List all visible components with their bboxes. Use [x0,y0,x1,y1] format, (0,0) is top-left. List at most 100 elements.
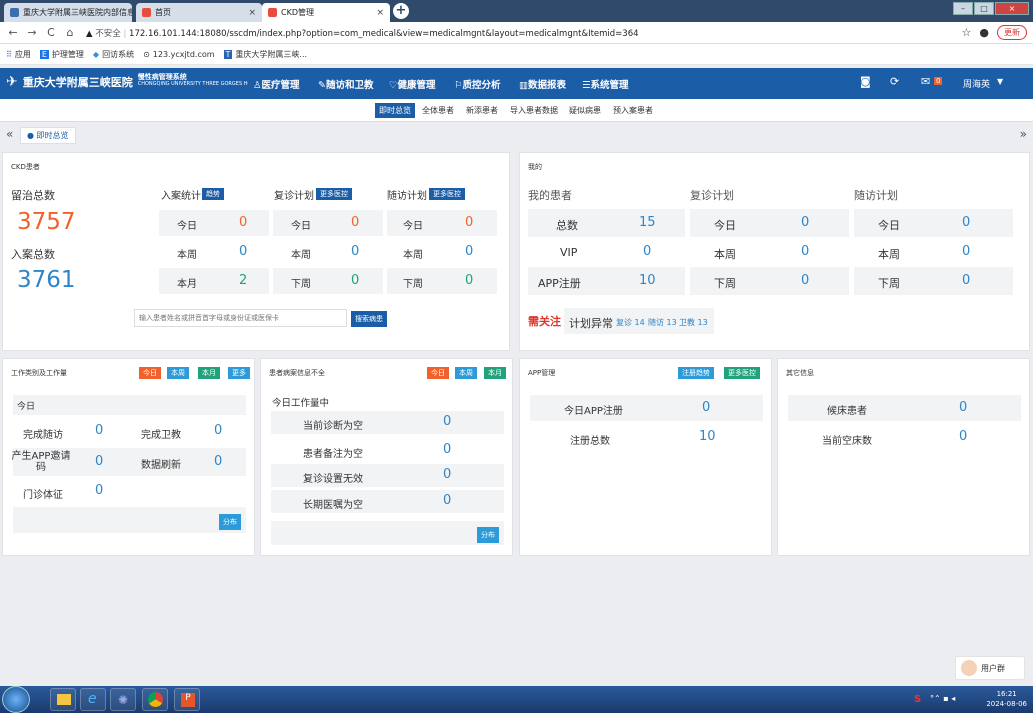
list-icon: ☰ [582,80,591,91]
my-followup-nextweek: 下周 0 [854,267,1013,295]
my-revisit-week: 本周 0 [714,244,810,261]
presentation-icon[interactable]: P [174,688,200,711]
star-icon[interactable]: ☆ [962,26,972,39]
abnormal-followup-link[interactable]: 随访 13 [648,317,677,328]
bookmark-ycxjtd[interactable]: ⊙ 123.ycxjtd.com [143,50,214,59]
subnav-import[interactable]: 导入患者数据 [510,105,558,116]
double-chevron-left-icon[interactable]: « [6,127,13,141]
retained-value: 3757 [17,209,76,235]
mail-count-badge: 0 [934,77,943,85]
followup-row-nextweek: 下周 0 [387,268,497,294]
user-group-widget[interactable]: 用户群 [955,656,1025,680]
back-arrow-icon[interactable]: ← [7,26,19,39]
patient-search-input[interactable] [134,309,347,327]
work-week-button[interactable]: 本周 [167,367,189,379]
my-followup-title: 随访计划 [854,189,898,202]
home-icon[interactable]: ⌂ [64,26,76,39]
user-menu[interactable]: 周海英 [963,77,990,90]
menu-system[interactable]: ☰系统管理 [582,77,629,91]
abnormal-education-link[interactable]: 卫教 13 [679,317,708,328]
tray-icons[interactable]: °⌃ ▪ ◂ [930,694,955,703]
subnav-new-patients[interactable]: 新添患者 [466,105,498,116]
subnav-overview[interactable]: 即时总览 [375,103,415,118]
taskbar: e ✺ P S °⌃ ▪ ◂ 16:21 2024-08-06 [0,686,1033,713]
double-chevron-right-icon[interactable]: » [1020,127,1027,141]
chrome-icon[interactable] [142,688,168,711]
sub-navigation: 即时总览 全体患者 新添患者 导入患者数据 疑似病患 预入案患者 [0,99,1033,122]
menu-medical[interactable]: ♙医疗管理 [253,77,300,91]
system-clock[interactable]: 16:21 2024-08-06 [986,689,1027,709]
incomplete-month-button[interactable]: 本月 [484,367,506,379]
hospital-logo[interactable]: ✈ 重庆大学附属三峡医院 慢性病管理系统 CHONGQING UNIVERSIT… [6,74,248,91]
my-row-app: APP注册 10 [528,267,685,295]
flag-icon: ⚐ [454,80,463,91]
bookmark-hospital[interactable]: T 重庆大学附属三峡... [223,49,307,60]
bookmarks-bar: ⠿ 应用 E 护理管理 ◆ 回访系统 ⊙ 123.ycxjtd.com T 重庆大学附属三… [0,44,1033,65]
work-more-button[interactable]: 更多 [228,367,250,379]
reload-icon[interactable]: C [45,26,57,39]
app-more-button[interactable]: 更多医控 [724,367,760,379]
subnav-suspected[interactable]: 疑似病患 [569,105,601,116]
close-icon[interactable]: × [376,8,384,18]
work-distribution-button[interactable]: 分布 [219,514,241,530]
camera-icon[interactable]: ◙ [860,75,871,88]
menu-quality[interactable]: ⚐质控分析 [454,77,501,91]
other-row-waiting: 候床患者 0 [788,395,1021,421]
my-followup-today: 今日 0 [854,209,1013,237]
ie-icon[interactable]: e [80,688,106,711]
folder-icon[interactable] [50,688,76,711]
breadcrumb-tab-overview[interactable]: ● 即时总览 [20,127,76,144]
new-tab-button[interactable]: + [393,3,409,19]
bookmark-nursing[interactable]: E 护理管理 [39,49,84,60]
stats-row-today: 今日 0 [159,210,269,236]
incomplete-distribution-button[interactable]: 分布 [477,527,499,543]
chevron-down-icon[interactable]: ▼ [997,77,1003,86]
work-month-button[interactable]: 本月 [198,367,220,379]
register-trend-button[interactable]: 注册趋势 [678,367,714,379]
url-field[interactable]: ▲ 不安全 | 172.16.101.144:18080/sscdm/index… [86,27,639,39]
trend-button[interactable]: 趋势 [202,188,224,200]
incomplete-today-button[interactable]: 今日 [427,367,449,379]
s-favicon-icon [142,8,151,17]
update-button[interactable]: 更新 [997,25,1027,40]
bookmark-apps[interactable]: ⠿ 应用 [6,49,31,60]
bookmark-visit[interactable]: ◆ 回访系统 [93,49,134,60]
profile-icon[interactable]: ● [979,26,989,39]
followup-more-button[interactable]: 更多医控 [429,188,465,200]
close-window-button[interactable]: × [995,2,1029,15]
revisit-more-button[interactable]: 更多医控 [316,188,352,200]
hospital-icon: T [223,49,233,59]
browser-tab-hospital[interactable]: 重庆大学附属三峡医院内部信息 × [4,3,132,22]
globe-icon: ⊙ [143,49,150,59]
my-patients-title: 我的患者 [528,189,572,202]
revisit-row-today: 今日 0 [273,210,383,236]
work-row-footer [13,507,246,533]
incomplete-row-footer [271,521,504,545]
incomplete-row-1: 当前诊断为空 0 [271,411,504,434]
close-icon[interactable]: × [248,8,256,18]
search-patient-button[interactable]: 搜索病患 [351,311,387,327]
abnormal-revisit-link[interactable]: 复诊 14 [616,317,645,328]
incomplete-week-button[interactable]: 本周 [455,367,477,379]
browser-tab-ckd[interactable]: CKD管理 × [262,3,390,22]
tray-s-icon[interactable]: S [914,694,921,705]
revisit-row-week: 本周 0 [291,244,360,261]
panel-title: 其它信息 [786,369,814,377]
work-today-button[interactable]: 今日 [139,367,161,379]
refresh-icon[interactable]: ⟳ [890,75,899,88]
forward-arrow-icon[interactable]: → [26,26,38,39]
menu-followup[interactable]: ✎随访和卫教 [318,77,373,91]
browser-tab-home[interactable]: 首页 × [136,3,262,22]
panel-title: CKD患者 [11,163,40,171]
menu-health[interactable]: ♡健康管理 [389,77,436,91]
subnav-pre-enroll[interactable]: 预入案患者 [613,105,653,116]
menu-reports[interactable]: ▥数据报表 [519,77,566,91]
mail-icon[interactable]: ✉ [921,75,930,88]
app-icon[interactable]: ✺ [110,688,136,711]
window-controls: – □ × [953,2,1029,15]
maximize-button[interactable]: □ [974,2,994,15]
minimize-button[interactable]: – [953,2,973,15]
windows-start-icon[interactable] [2,686,30,713]
app-management-panel: APP管理 注册趋势 更多医控 今日APP注册 0 注册总数 10 [519,358,772,556]
subnav-all-patients[interactable]: 全体患者 [422,105,454,116]
